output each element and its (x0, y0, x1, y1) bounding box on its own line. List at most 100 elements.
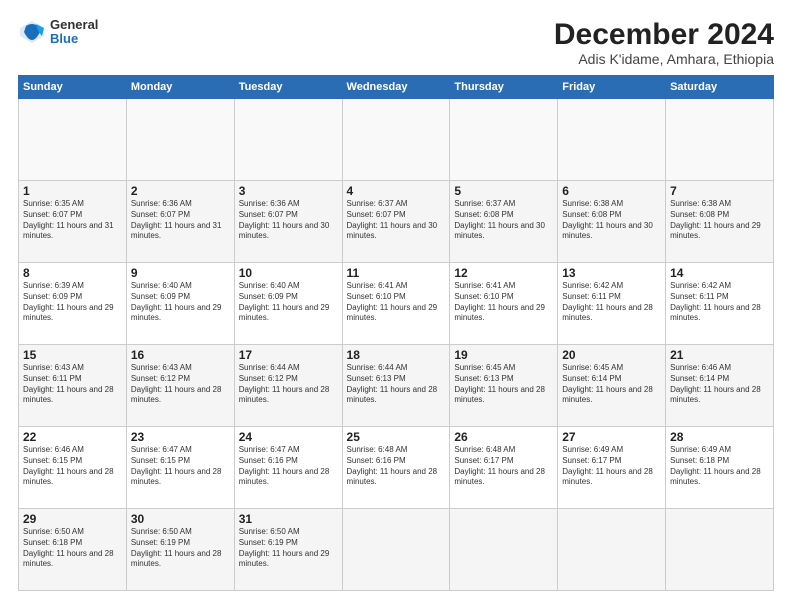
day-info: Sunrise: 6:44 AMSunset: 6:12 PMDaylight:… (239, 363, 338, 406)
table-row: 13Sunrise: 6:42 AMSunset: 6:11 PMDayligh… (558, 263, 666, 345)
calendar-week-row (19, 99, 774, 181)
day-info: Sunrise: 6:43 AMSunset: 6:11 PMDaylight:… (23, 363, 122, 406)
table-row: 3Sunrise: 6:36 AMSunset: 6:07 PMDaylight… (234, 181, 342, 263)
table-row: 19Sunrise: 6:45 AMSunset: 6:13 PMDayligh… (450, 345, 558, 427)
logo: General Blue (18, 18, 98, 47)
day-info: Sunrise: 6:50 AMSunset: 6:19 PMDaylight:… (131, 527, 230, 570)
table-row (666, 509, 774, 591)
day-number: 23 (131, 430, 230, 444)
day-number: 19 (454, 348, 553, 362)
day-info: Sunrise: 6:43 AMSunset: 6:12 PMDaylight:… (131, 363, 230, 406)
col-friday: Friday (558, 76, 666, 99)
day-info: Sunrise: 6:37 AMSunset: 6:08 PMDaylight:… (454, 199, 553, 242)
day-info: Sunrise: 6:42 AMSunset: 6:11 PMDaylight:… (562, 281, 661, 324)
day-info: Sunrise: 6:45 AMSunset: 6:14 PMDaylight:… (562, 363, 661, 406)
day-info: Sunrise: 6:42 AMSunset: 6:11 PMDaylight:… (670, 281, 769, 324)
logo-text: General Blue (50, 18, 98, 47)
table-row: 27Sunrise: 6:49 AMSunset: 6:17 PMDayligh… (558, 427, 666, 509)
day-info: Sunrise: 6:44 AMSunset: 6:13 PMDaylight:… (347, 363, 446, 406)
calendar-week-row: 8Sunrise: 6:39 AMSunset: 6:09 PMDaylight… (19, 263, 774, 345)
table-row: 12Sunrise: 6:41 AMSunset: 6:10 PMDayligh… (450, 263, 558, 345)
table-row: 4Sunrise: 6:37 AMSunset: 6:07 PMDaylight… (342, 181, 450, 263)
table-row: 28Sunrise: 6:49 AMSunset: 6:18 PMDayligh… (666, 427, 774, 509)
day-number: 10 (239, 266, 338, 280)
day-info: Sunrise: 6:36 AMSunset: 6:07 PMDaylight:… (239, 199, 338, 242)
table-row: 26Sunrise: 6:48 AMSunset: 6:17 PMDayligh… (450, 427, 558, 509)
table-row (342, 99, 450, 181)
col-wednesday: Wednesday (342, 76, 450, 99)
day-number: 13 (562, 266, 661, 280)
day-info: Sunrise: 6:49 AMSunset: 6:17 PMDaylight:… (562, 445, 661, 488)
day-info: Sunrise: 6:40 AMSunset: 6:09 PMDaylight:… (131, 281, 230, 324)
logo-general-text: General (50, 18, 98, 32)
calendar-week-row: 15Sunrise: 6:43 AMSunset: 6:11 PMDayligh… (19, 345, 774, 427)
table-row: 11Sunrise: 6:41 AMSunset: 6:10 PMDayligh… (342, 263, 450, 345)
day-info: Sunrise: 6:40 AMSunset: 6:09 PMDaylight:… (239, 281, 338, 324)
table-row (558, 99, 666, 181)
table-row (342, 509, 450, 591)
col-saturday: Saturday (666, 76, 774, 99)
day-info: Sunrise: 6:49 AMSunset: 6:18 PMDaylight:… (670, 445, 769, 488)
day-info: Sunrise: 6:46 AMSunset: 6:15 PMDaylight:… (23, 445, 122, 488)
table-row: 1Sunrise: 6:35 AMSunset: 6:07 PMDaylight… (19, 181, 127, 263)
table-row (19, 99, 127, 181)
table-row: 9Sunrise: 6:40 AMSunset: 6:09 PMDaylight… (126, 263, 234, 345)
table-row (450, 509, 558, 591)
table-row: 6Sunrise: 6:38 AMSunset: 6:08 PMDaylight… (558, 181, 666, 263)
day-info: Sunrise: 6:46 AMSunset: 6:14 PMDaylight:… (670, 363, 769, 406)
table-row: 16Sunrise: 6:43 AMSunset: 6:12 PMDayligh… (126, 345, 234, 427)
day-number: 17 (239, 348, 338, 362)
day-number: 15 (23, 348, 122, 362)
day-number: 20 (562, 348, 661, 362)
calendar-week-row: 1Sunrise: 6:35 AMSunset: 6:07 PMDaylight… (19, 181, 774, 263)
table-row: 29Sunrise: 6:50 AMSunset: 6:18 PMDayligh… (19, 509, 127, 591)
day-number: 7 (670, 184, 769, 198)
calendar-table: Sunday Monday Tuesday Wednesday Thursday… (18, 75, 774, 591)
month-title: December 2024 (554, 18, 774, 51)
day-info: Sunrise: 6:48 AMSunset: 6:17 PMDaylight:… (454, 445, 553, 488)
header-row: Sunday Monday Tuesday Wednesday Thursday… (19, 76, 774, 99)
day-number: 1 (23, 184, 122, 198)
day-info: Sunrise: 6:38 AMSunset: 6:08 PMDaylight:… (562, 199, 661, 242)
day-number: 9 (131, 266, 230, 280)
day-info: Sunrise: 6:37 AMSunset: 6:07 PMDaylight:… (347, 199, 446, 242)
day-number: 11 (347, 266, 446, 280)
calendar-week-row: 29Sunrise: 6:50 AMSunset: 6:18 PMDayligh… (19, 509, 774, 591)
table-row: 25Sunrise: 6:48 AMSunset: 6:16 PMDayligh… (342, 427, 450, 509)
day-info: Sunrise: 6:45 AMSunset: 6:13 PMDaylight:… (454, 363, 553, 406)
header: General Blue December 2024 Adis K'idame,… (18, 18, 774, 67)
col-sunday: Sunday (19, 76, 127, 99)
day-number: 12 (454, 266, 553, 280)
day-number: 18 (347, 348, 446, 362)
day-number: 8 (23, 266, 122, 280)
day-number: 5 (454, 184, 553, 198)
day-number: 14 (670, 266, 769, 280)
table-row: 2Sunrise: 6:36 AMSunset: 6:07 PMDaylight… (126, 181, 234, 263)
table-row: 14Sunrise: 6:42 AMSunset: 6:11 PMDayligh… (666, 263, 774, 345)
table-row: 8Sunrise: 6:39 AMSunset: 6:09 PMDaylight… (19, 263, 127, 345)
day-number: 25 (347, 430, 446, 444)
logo-blue-text: Blue (50, 32, 98, 46)
table-row: 22Sunrise: 6:46 AMSunset: 6:15 PMDayligh… (19, 427, 127, 509)
page: General Blue December 2024 Adis K'idame,… (0, 0, 792, 612)
day-info: Sunrise: 6:41 AMSunset: 6:10 PMDaylight:… (347, 281, 446, 324)
table-row (234, 99, 342, 181)
day-number: 30 (131, 512, 230, 526)
calendar-week-row: 22Sunrise: 6:46 AMSunset: 6:15 PMDayligh… (19, 427, 774, 509)
day-number: 3 (239, 184, 338, 198)
day-info: Sunrise: 6:48 AMSunset: 6:16 PMDaylight:… (347, 445, 446, 488)
day-info: Sunrise: 6:35 AMSunset: 6:07 PMDaylight:… (23, 199, 122, 242)
day-info: Sunrise: 6:47 AMSunset: 6:15 PMDaylight:… (131, 445, 230, 488)
day-info: Sunrise: 6:50 AMSunset: 6:18 PMDaylight:… (23, 527, 122, 570)
day-number: 16 (131, 348, 230, 362)
col-thursday: Thursday (450, 76, 558, 99)
day-info: Sunrise: 6:47 AMSunset: 6:16 PMDaylight:… (239, 445, 338, 488)
day-number: 4 (347, 184, 446, 198)
day-number: 22 (23, 430, 122, 444)
day-info: Sunrise: 6:39 AMSunset: 6:09 PMDaylight:… (23, 281, 122, 324)
day-number: 31 (239, 512, 338, 526)
day-info: Sunrise: 6:38 AMSunset: 6:08 PMDaylight:… (670, 199, 769, 242)
day-number: 29 (23, 512, 122, 526)
table-row: 7Sunrise: 6:38 AMSunset: 6:08 PMDaylight… (666, 181, 774, 263)
table-row: 23Sunrise: 6:47 AMSunset: 6:15 PMDayligh… (126, 427, 234, 509)
